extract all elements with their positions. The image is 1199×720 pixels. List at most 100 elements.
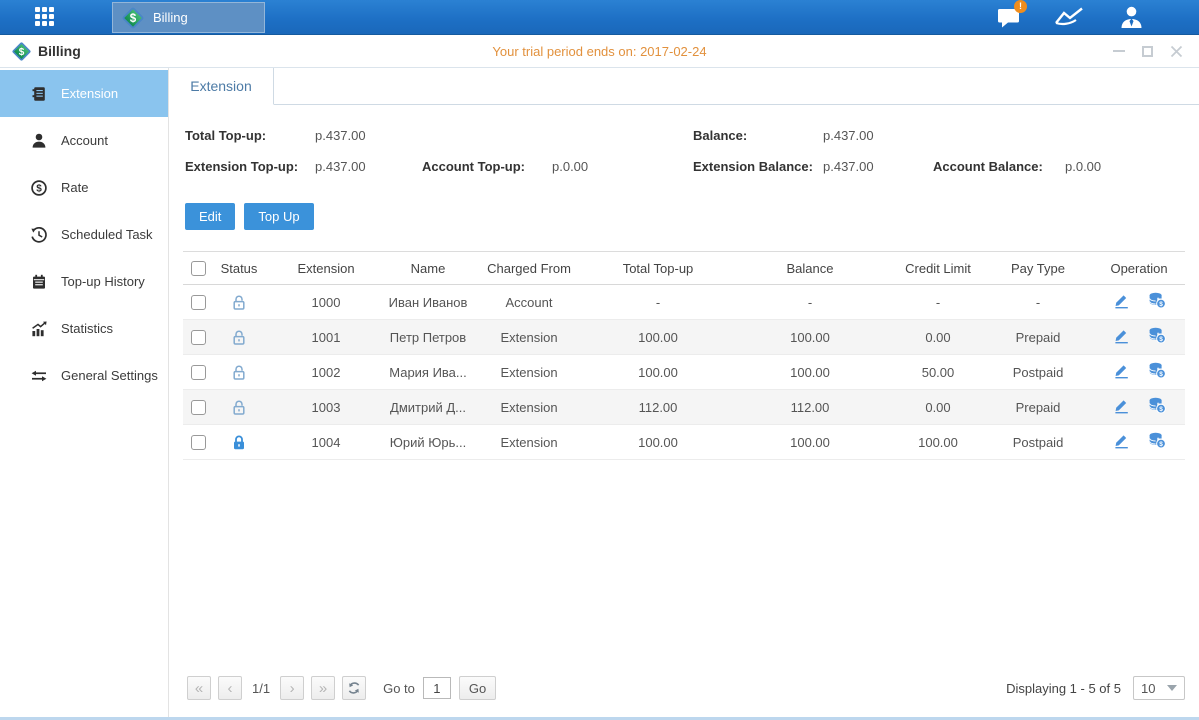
tab-extension[interactable]: Extension — [169, 68, 274, 105]
table-row: 1000 Иван Иванов Account - - - - — [183, 285, 1185, 320]
cell-extension: 1004 — [265, 425, 387, 460]
cell-name: Иван Иванов — [387, 285, 469, 320]
cell-credit-limit: 50.00 — [893, 355, 983, 390]
topup-coins-icon[interactable]: $ — [1148, 362, 1166, 379]
table-header-row: Status Extension Name Charged From Total… — [183, 252, 1185, 285]
sidebar-item-label: General Settings — [61, 368, 158, 383]
sidebar-item-statistics[interactable]: Statistics — [0, 305, 168, 352]
edit-pencil-icon[interactable] — [1113, 292, 1130, 309]
row-checkbox[interactable] — [191, 400, 206, 415]
prev-page-button[interactable]: ‹ — [218, 676, 242, 700]
first-page-button[interactable]: « — [187, 676, 211, 700]
sidebar-item-scheduled-task[interactable]: Scheduled Task — [0, 211, 168, 258]
taskbar-tab-billing[interactable]: $ Billing — [112, 2, 265, 33]
window-title: Billing — [38, 43, 81, 59]
next-page-button[interactable]: › — [280, 676, 304, 700]
app-launcher-icon[interactable] — [35, 7, 55, 27]
ledger-icon — [30, 273, 48, 291]
cell-balance: 100.00 — [727, 425, 893, 460]
svg-text:$: $ — [1159, 371, 1163, 378]
refresh-icon — [347, 681, 361, 695]
refresh-button[interactable] — [342, 676, 366, 700]
extension-topup-label: Extension Top-up: — [185, 159, 315, 174]
billing-diamond-icon: $ — [12, 42, 31, 61]
monitor-chart-icon[interactable] — [1054, 4, 1086, 30]
go-button[interactable]: Go — [459, 676, 496, 700]
sidebar-item-topup-history[interactable]: Top-up History — [0, 258, 168, 305]
edit-pencil-icon[interactable] — [1113, 397, 1130, 414]
sidebar: Extension Account $ Rate — [0, 68, 168, 717]
main-panel: Extension Total Top-up: p.437.00 Balance… — [168, 68, 1199, 717]
sidebar-item-label: Scheduled Task — [61, 227, 153, 242]
cell-pay-type: - — [983, 285, 1093, 320]
svg-text:$: $ — [1159, 441, 1163, 448]
top-up-button[interactable]: Top Up — [244, 203, 313, 230]
last-page-button[interactable]: » — [311, 676, 335, 700]
sidebar-item-extension[interactable]: Extension — [0, 70, 168, 117]
sidebar-item-general-settings[interactable]: General Settings — [0, 352, 168, 399]
col-operation: Operation — [1093, 252, 1185, 285]
row-checkbox[interactable] — [191, 330, 206, 345]
total-topup-value: p.437.00 — [315, 128, 366, 143]
col-total-topup: Total Top-up — [589, 252, 727, 285]
row-checkbox[interactable] — [191, 295, 206, 310]
topup-coins-icon[interactable]: $ — [1148, 327, 1166, 344]
table-row: 1004 Юрий Юрь... Extension 100.00 100.00… — [183, 425, 1185, 460]
svg-text:$: $ — [1159, 336, 1163, 343]
cell-name: Дмитрий Д... — [387, 390, 469, 425]
edit-pencil-icon[interactable] — [1113, 327, 1130, 344]
sidebar-item-label: Statistics — [61, 321, 113, 336]
row-checkbox[interactable] — [191, 365, 206, 380]
cell-pay-type: Prepaid — [983, 320, 1093, 355]
cell-credit-limit: 0.00 — [893, 320, 983, 355]
close-icon[interactable] — [1170, 45, 1183, 58]
trial-notice: Your trial period ends on: 2017-02-24 — [0, 44, 1199, 59]
sidebar-item-rate[interactable]: $ Rate — [0, 164, 168, 211]
cell-pay-type: Prepaid — [983, 390, 1093, 425]
history-clock-icon — [30, 226, 48, 244]
edit-pencil-icon[interactable] — [1113, 432, 1130, 449]
cell-extension: 1001 — [265, 320, 387, 355]
select-all-checkbox[interactable] — [191, 261, 206, 276]
lock-open-icon — [231, 364, 247, 381]
minimize-icon[interactable] — [1112, 45, 1125, 58]
taskbar-tab-label: Billing — [153, 10, 188, 25]
account-balance-value: p.0.00 — [1065, 159, 1101, 174]
goto-page-input[interactable] — [423, 677, 451, 699]
notification-badge: ! — [1014, 0, 1027, 13]
edit-button[interactable]: Edit — [185, 203, 235, 230]
svg-text:$: $ — [1159, 406, 1163, 413]
person-icon — [30, 132, 48, 150]
cell-total-topup: 100.00 — [589, 320, 727, 355]
edit-pencil-icon[interactable] — [1113, 362, 1130, 379]
cell-balance: 112.00 — [727, 390, 893, 425]
user-account-icon[interactable] — [1115, 4, 1147, 30]
statistics-icon — [30, 320, 48, 338]
displaying-text: Displaying 1 - 5 of 5 — [1006, 681, 1121, 696]
billing-app-window: $ Billing ! — [0, 0, 1199, 720]
cell-charged-from: Extension — [469, 390, 589, 425]
cell-charged-from: Account — [469, 285, 589, 320]
maximize-icon[interactable] — [1141, 45, 1154, 58]
col-name: Name — [387, 252, 469, 285]
cell-total-topup: - — [589, 285, 727, 320]
cell-name: Мария Ива... — [387, 355, 469, 390]
sidebar-item-account[interactable]: Account — [0, 117, 168, 164]
topup-coins-icon[interactable]: $ — [1148, 432, 1166, 449]
table-body: 1000 Иван Иванов Account - - - - — [183, 285, 1185, 460]
lock-open-icon — [231, 399, 247, 416]
topup-coins-icon[interactable]: $ — [1148, 397, 1166, 414]
cell-charged-from: Extension — [469, 320, 589, 355]
messages-icon[interactable]: ! — [993, 4, 1025, 30]
cell-credit-limit: - — [893, 285, 983, 320]
chevron-down-icon — [1167, 685, 1177, 691]
page-size-dropdown[interactable]: 10 — [1133, 676, 1185, 700]
billing-diamond-icon: $ — [122, 7, 144, 29]
lock-locked-icon — [231, 434, 247, 451]
topup-coins-icon[interactable]: $ — [1148, 292, 1166, 309]
row-checkbox[interactable] — [191, 435, 206, 450]
sidebar-item-label: Account — [61, 133, 108, 148]
trend-line-icon — [1054, 6, 1086, 28]
system-topbar: $ Billing ! — [0, 0, 1199, 35]
journal-icon — [30, 85, 48, 103]
